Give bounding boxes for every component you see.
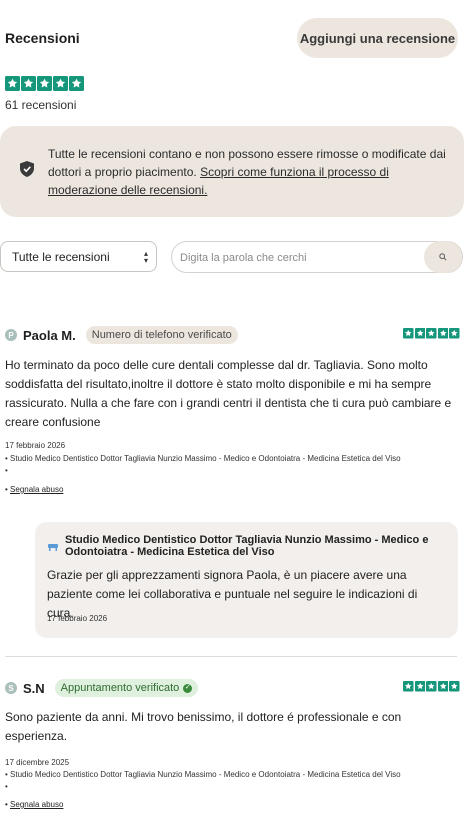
avatar: S — [5, 682, 17, 694]
review-rating-stars — [403, 681, 460, 692]
report-abuse-link[interactable]: Segnala abuso — [10, 485, 63, 494]
review-date: 17 dicembre 2025 — [5, 758, 70, 767]
verified-phone-badge: Numero di telefono verificato — [85, 326, 238, 344]
add-review-button[interactable]: Aggiungi una recensione — [297, 18, 458, 58]
star-icon — [69, 76, 84, 91]
star-icon — [414, 681, 425, 692]
report-abuse: • Segnala abuso — [5, 800, 63, 809]
review-bullet: • — [5, 466, 8, 475]
section-title: Recensioni — [5, 30, 80, 46]
star-icon — [37, 76, 52, 91]
review-date: 17 febbraio 2026 — [5, 441, 66, 450]
moderation-info-text: Tutte le recensioni contano e non posson… — [48, 145, 448, 199]
review-text: Ho terminato da poco delle cure dentali … — [5, 358, 452, 429]
review-author: S.N — [23, 680, 45, 696]
review-header: S S.N Appuntamento verificato ✓ — [5, 679, 199, 697]
search-icon — [439, 253, 447, 261]
star-icon — [437, 328, 448, 339]
clinic-icon — [48, 544, 58, 551]
shield-check-icon — [20, 161, 34, 177]
divider — [5, 656, 457, 657]
review-filter-select[interactable]: Tutte le recensioni ▴ ▾ — [0, 241, 157, 272]
star-icon — [53, 76, 68, 91]
overall-rating-stars — [5, 76, 84, 91]
select-value: Tutte le recensioni — [12, 249, 110, 264]
report-abuse-link[interactable]: Segnala abuso — [10, 800, 63, 809]
star-icon — [426, 681, 437, 692]
star-icon — [403, 328, 414, 339]
search-button[interactable] — [424, 241, 462, 273]
reviews-count: 61 recensioni — [5, 98, 77, 112]
star-icon — [426, 328, 437, 339]
avatar: P — [5, 329, 17, 341]
reply-author: Studio Medico Dentistico Dottor Tagliavi… — [65, 534, 429, 558]
review-bullet: • — [5, 782, 8, 791]
star-icon — [403, 681, 414, 692]
review-rating-stars — [403, 328, 460, 339]
review-text: Sono paziente da anni. Mi trovo benissim… — [5, 710, 402, 743]
star-icon — [449, 681, 460, 692]
star-icon — [414, 328, 425, 339]
report-abuse: • Segnala abuso — [5, 485, 63, 494]
star-icon — [21, 76, 36, 91]
star-icon — [437, 681, 448, 692]
review-author: Paola M. — [23, 327, 76, 343]
review-clinic: • Studio Medico Dentistico Dottor Taglia… — [5, 770, 401, 779]
review-clinic: • Studio Medico Dentistico Dottor Taglia… — [5, 454, 401, 463]
check-icon: ✓ — [183, 683, 193, 693]
verified-appointment-badge: Appuntamento verificato ✓ — [54, 679, 199, 697]
star-icon — [5, 76, 20, 91]
search-input[interactable] — [178, 242, 422, 274]
reply-date: 17 febbraio 2026 — [47, 614, 108, 623]
select-arrows-icon: ▴ ▾ — [143, 249, 148, 265]
search-box — [171, 241, 463, 274]
badge-label: Appuntamento verificato — [60, 682, 180, 694]
star-icon — [449, 328, 460, 339]
review-header: P Paola M. Numero di telefono verificato — [5, 326, 238, 344]
